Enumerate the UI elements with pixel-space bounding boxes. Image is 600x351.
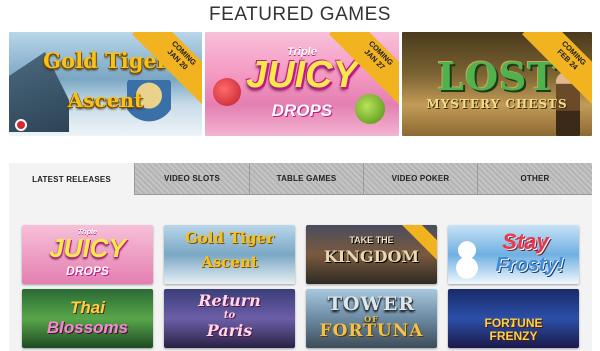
game-title-line1: Thai: [70, 298, 105, 317]
game-title-line1: Return: [198, 291, 261, 310]
featured-game-lost-mystery-chests[interactable]: LOST MYSTERY CHESTS COMING FEB 24: [402, 32, 592, 136]
game-title-line1: KINGDOM: [323, 247, 420, 266]
game-tile-stay-frosty[interactable]: Stay Frosty!: [448, 225, 579, 284]
game-title-line2: Frosty!: [495, 254, 564, 276]
featured-game-triple-juicy-drops[interactable]: Triple JUICY DROPS COMING JAN 27: [205, 32, 399, 136]
game-title-line1: FORTUNE: [484, 316, 543, 330]
game-title-line1: Gold Tiger: [184, 229, 275, 247]
game-category-tabs: LATEST RELEASES VIDEO SLOTS TABLE GAMES …: [9, 163, 592, 195]
brand-badge-icon: [15, 119, 27, 131]
game-title-line1: JUICY: [49, 233, 126, 263]
tab-video-poker[interactable]: VIDEO POKER: [364, 163, 478, 195]
game-tile-return-to-paris[interactable]: Return to Paris: [164, 289, 295, 348]
featured-title-line2: DROPS: [271, 101, 333, 120]
game-tile-gold-tiger-ascent[interactable]: Gold Tiger Ascent: [164, 225, 295, 284]
game-title-line3: FORTUNA: [319, 321, 424, 341]
section-title: FEATURED GAMES: [209, 4, 391, 25]
game-title-line2: Blossoms: [46, 318, 129, 337]
tab-table-games[interactable]: TABLE GAMES: [250, 163, 364, 195]
game-tile-fortune-frenzy[interactable]: 7 FORTUNE FRENZY: [448, 289, 579, 348]
featured-title-line2: MYSTERY CHESTS: [426, 97, 568, 111]
game-tile-thai-blossoms[interactable]: Thai Blossoms: [22, 289, 153, 348]
game-tile-tower-of-fortuna[interactable]: TOWER OF FORTUNA: [306, 289, 437, 348]
featured-title-line2: Ascent: [67, 88, 144, 112]
tab-video-slots[interactable]: VIDEO SLOTS: [135, 163, 250, 195]
game-title-line3: Paris: [206, 321, 253, 340]
game-title-line2: Ascent: [201, 253, 258, 271]
game-tile-take-the-kingdom[interactable]: TAKE THE KINGDOM: [306, 225, 437, 284]
tab-other[interactable]: OTHER: [478, 163, 592, 195]
game-title-line1: Stay: [502, 229, 549, 254]
game-title-line1: TOWER: [327, 293, 416, 315]
game-tile-triple-juicy-drops[interactable]: Triple JUICY DROPS: [22, 225, 153, 284]
featured-game-gold-tiger-ascent[interactable]: Gold Tiger Ascent COMING JAN 20: [9, 32, 202, 136]
game-title-line2: DROPS: [66, 264, 109, 278]
game-title-line2: to: [223, 310, 236, 321]
tab-latest-releases[interactable]: LATEST RELEASES: [9, 163, 135, 195]
game-title-line2: FRENZY: [489, 329, 538, 343]
